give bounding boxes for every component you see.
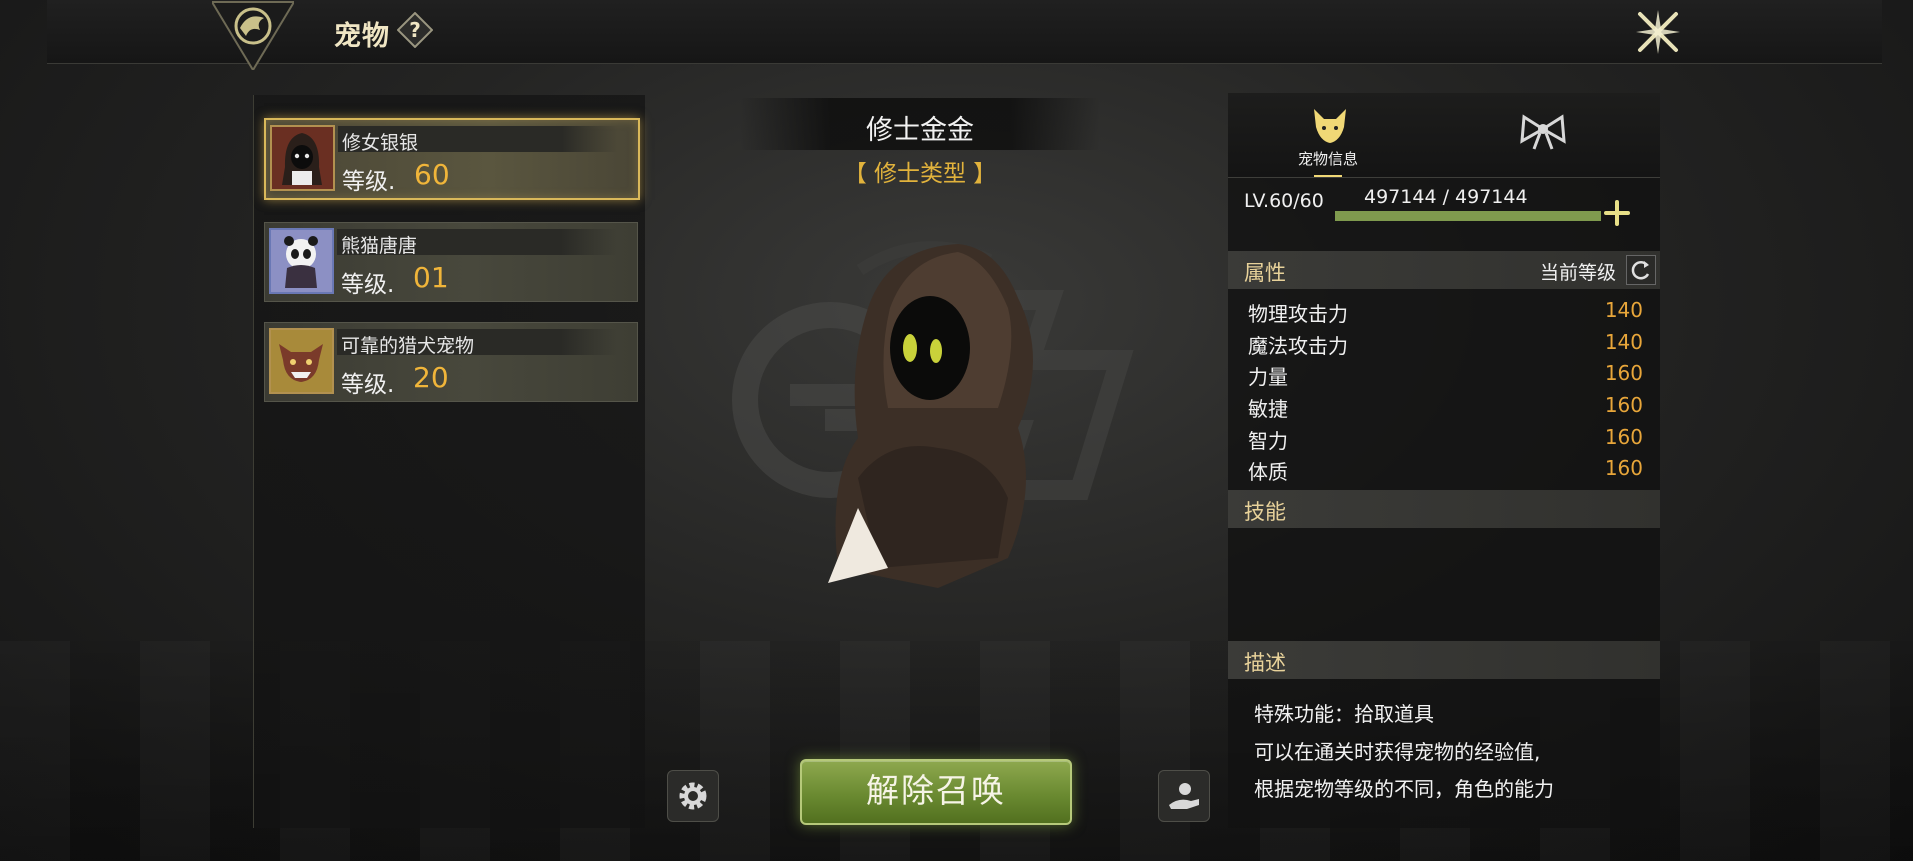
stat-row: 体质 160 bbox=[1248, 456, 1643, 488]
fox-head-icon bbox=[1314, 109, 1346, 143]
pet-list-item-2[interactable]: 熊猫唐唐 等级. 01 bbox=[264, 222, 638, 302]
settings-button[interactable] bbox=[667, 770, 719, 822]
pet-name: 可靠的猎犬宠物 bbox=[341, 335, 475, 357]
stat-value: 160 bbox=[1604, 393, 1643, 417]
stat-name: 智力 bbox=[1248, 429, 1288, 453]
pet-level-text: LV.60/60 bbox=[1244, 190, 1324, 212]
exp-text: 497144 / 497144 bbox=[1364, 186, 1528, 208]
dragon-emblem-icon bbox=[212, 1, 294, 70]
pet-level-value: 60 bbox=[414, 158, 450, 191]
feed-button[interactable] bbox=[1158, 770, 1210, 822]
stat-row: 魔法攻击力 140 bbox=[1248, 330, 1643, 362]
pet-level-value: 20 bbox=[413, 361, 449, 394]
stat-value: 160 bbox=[1604, 361, 1643, 385]
pet-list-item-1[interactable]: 修女银银 等级. 60 bbox=[264, 118, 640, 200]
skills-header: 技能 bbox=[1228, 490, 1660, 528]
stat-row: 力量 160 bbox=[1248, 361, 1643, 393]
pet-level-value: 01 bbox=[413, 261, 449, 294]
question-icon[interactable]: ? bbox=[397, 12, 433, 48]
pet-name: 修女银银 bbox=[342, 132, 419, 154]
pet-name-banner: 修士金金 bbox=[740, 98, 1100, 150]
hound-portrait bbox=[269, 328, 334, 394]
pet-name: 熊猫唐唐 bbox=[341, 235, 418, 257]
pet-level-label: 等级. bbox=[341, 272, 395, 298]
attributes-title: 属性 bbox=[1244, 261, 1286, 285]
pet-list-panel: 修女银银 等级. 60 熊猫唐唐 等级. 01 可靠的猎犬宠物 等级. 20 bbox=[253, 95, 645, 828]
pet-type-label: 【 修士类型 】 bbox=[843, 161, 997, 187]
stat-name: 力量 bbox=[1248, 365, 1288, 389]
tab-accessory[interactable] bbox=[1458, 93, 1638, 177]
pet-info-panel: 宠物信息 LV.60/60 497144 / 497144 属性 当前等级 物理… bbox=[1228, 93, 1660, 828]
hand-feed-icon bbox=[1169, 783, 1199, 809]
stat-value: 160 bbox=[1604, 456, 1643, 480]
tab-label: 宠物信息 bbox=[1297, 150, 1358, 168]
description-header: 描述 bbox=[1228, 641, 1660, 679]
stat-value: 160 bbox=[1604, 425, 1643, 449]
stat-name: 物理攻击力 bbox=[1248, 302, 1348, 326]
exp-bar-fill bbox=[1335, 211, 1601, 221]
description-line: 可以在通关时获得宠物的经验值, bbox=[1254, 740, 1541, 764]
top-bar bbox=[47, 0, 1882, 64]
description-title: 描述 bbox=[1244, 651, 1286, 675]
page-title: 宠物 bbox=[334, 21, 390, 52]
stat-name: 魔法攻击力 bbox=[1248, 334, 1348, 358]
stat-row: 物理攻击力 140 bbox=[1248, 298, 1643, 330]
skills-title: 技能 bbox=[1244, 500, 1286, 524]
dismiss-summon-button[interactable]: 解除召唤 bbox=[800, 759, 1072, 825]
refresh-icon[interactable] bbox=[1626, 255, 1656, 285]
stat-name: 体质 bbox=[1248, 460, 1288, 484]
stat-row: 智力 160 bbox=[1248, 425, 1643, 457]
selected-pet-name: 修士金金 bbox=[866, 115, 974, 146]
svg-text:?: ? bbox=[409, 18, 421, 42]
exp-bar bbox=[1335, 211, 1601, 221]
tab-pet-info[interactable]: 宠物信息 bbox=[1238, 93, 1418, 177]
stat-row: 敏捷 160 bbox=[1248, 393, 1643, 425]
pet-list-item-3[interactable]: 可靠的猎犬宠物 等级. 20 bbox=[264, 322, 638, 402]
info-tab-bar: 宠物信息 bbox=[1228, 93, 1660, 178]
attributes-header: 属性 当前等级 bbox=[1228, 251, 1660, 289]
bow-icon bbox=[1520, 114, 1566, 150]
close-icon[interactable] bbox=[1634, 8, 1682, 56]
stat-value: 140 bbox=[1604, 298, 1643, 322]
stat-name: 敏捷 bbox=[1248, 397, 1288, 421]
plus-icon[interactable] bbox=[1602, 198, 1632, 228]
panda-portrait bbox=[269, 228, 334, 294]
description-line: 根据宠物等级的不同，角色的能力 bbox=[1254, 777, 1554, 801]
description-line: 特殊功能：拾取道具 bbox=[1254, 702, 1434, 726]
hooded-nun-portrait bbox=[270, 125, 335, 191]
current-level-label: 当前等级 bbox=[1539, 262, 1616, 284]
pet-level-label: 等级. bbox=[342, 169, 396, 195]
hooded-pet-model bbox=[828, 244, 1033, 588]
stat-value: 140 bbox=[1604, 330, 1643, 354]
gear-icon bbox=[679, 782, 707, 810]
pet-level-label: 等级. bbox=[341, 372, 395, 398]
